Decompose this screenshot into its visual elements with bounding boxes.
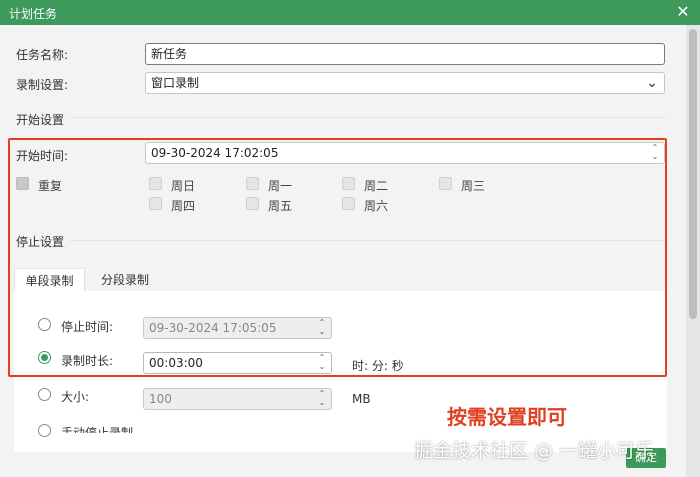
title-bar: 计划任务 ✕ (0, 0, 700, 25)
stop-time-label: 停止时间: (61, 320, 114, 334)
stop-tabs: 单段录制 分段录制 (14, 268, 667, 292)
day-checkbox-fri[interactable] (246, 197, 259, 210)
stop-section-title: 停止设置 (16, 235, 65, 249)
day-label-mon: 周一 (268, 179, 293, 193)
manual-stop-radio[interactable] (38, 424, 51, 437)
day-label-thu: 周四 (171, 199, 196, 213)
size-value: 100 (149, 392, 172, 406)
size-radio[interactable] (38, 388, 51, 401)
duration-radio[interactable] (38, 351, 51, 364)
close-icon[interactable]: ✕ (674, 3, 692, 21)
size-input[interactable]: 100 ⌃ ⌄ (143, 388, 332, 410)
start-section-title: 开始设置 (16, 113, 65, 127)
repeat-label: 重复 (38, 179, 63, 193)
day-label-sat: 周六 (364, 199, 389, 213)
start-divider (70, 117, 666, 118)
day-checkbox-mon[interactable] (246, 177, 259, 190)
day-checkbox-sun[interactable] (149, 177, 162, 190)
scrollbar[interactable] (686, 25, 700, 477)
stop-time-spinner[interactable]: ⌃ ⌄ (317, 319, 327, 337)
day-checkbox-sat[interactable] (342, 197, 355, 210)
day-label-fri: 周五 (268, 199, 293, 213)
day-label-wed: 周三 (461, 179, 486, 193)
stop-time-value: 09-30-2024 17:05:05 (149, 321, 277, 335)
duration-spinner[interactable]: ⌃ ⌄ (317, 354, 327, 372)
duration-value: 00:03:00 (149, 356, 203, 370)
tab-single-segment[interactable]: 单段录制 (14, 268, 85, 292)
start-time-label: 开始时间: (16, 149, 69, 163)
stop-divider (70, 240, 666, 241)
size-label: 大小: (61, 390, 90, 404)
size-spinner[interactable]: ⌃ ⌄ (317, 390, 327, 408)
day-checkbox-thu[interactable] (149, 197, 162, 210)
duration-unit: 时: 分: 秒 (352, 359, 404, 373)
day-checkbox-wed[interactable] (439, 177, 452, 190)
window-title: 计划任务 (9, 7, 58, 21)
manual-stop-label: 手动停止录制 (61, 426, 134, 433)
start-time-value: 09-30-2024 17:02:05 (151, 146, 279, 160)
annotation-text: 按需设置即可 (447, 405, 567, 429)
record-setting-value: 窗口录制 (151, 76, 200, 90)
start-time-input[interactable]: 09-30-2024 17:02:05 ⌃ ⌄ (145, 142, 665, 164)
record-setting-select[interactable]: 窗口录制 ⌄ (145, 72, 665, 94)
tab-multi-segment[interactable]: 分段录制 (95, 268, 155, 292)
task-name-input[interactable]: 新任务 (145, 43, 665, 65)
chevron-down-icon: ⌄ (646, 75, 658, 91)
day-label-sun: 周日 (171, 179, 196, 193)
start-time-spinner[interactable]: ⌃ ⌄ (650, 144, 660, 162)
stop-time-input[interactable]: 09-30-2024 17:05:05 ⌃ ⌄ (143, 317, 332, 339)
task-name-label: 任务名称: (16, 48, 69, 62)
record-setting-label: 录制设置: (16, 78, 69, 92)
scrollbar-thumb[interactable] (689, 29, 697, 319)
size-unit: MB (352, 392, 371, 406)
watermark-text: 掘金技术社区 @ 一罐小可乐 (414, 440, 655, 462)
duration-label: 录制时长: (61, 354, 114, 368)
day-label-tue: 周二 (364, 179, 389, 193)
repeat-checkbox[interactable] (16, 177, 29, 190)
stop-time-radio[interactable] (38, 318, 51, 331)
day-checkbox-tue[interactable] (342, 177, 355, 190)
duration-input[interactable]: 00:03:00 ⌃ ⌄ (143, 352, 332, 374)
